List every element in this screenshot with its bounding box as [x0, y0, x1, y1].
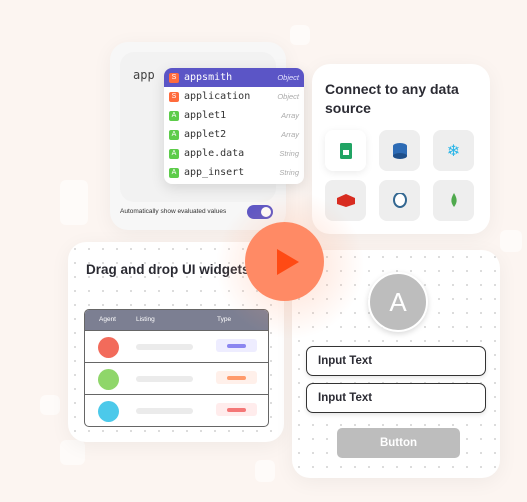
option-label: app_insert	[184, 167, 245, 178]
input-widget-2[interactable]: Input Text	[306, 383, 486, 413]
autocomplete-option[interactable]: Sappsmith Object	[164, 68, 304, 87]
type-pill	[216, 339, 257, 352]
column-listing: Listing	[136, 316, 155, 323]
column-type: Type	[217, 316, 232, 323]
typed-text: app	[133, 68, 155, 82]
autocomplete-option[interactable]: Aapp_insert String	[164, 163, 304, 182]
bg-square	[60, 180, 88, 225]
bg-square	[500, 230, 522, 252]
type-badge-icon: A	[169, 148, 179, 159]
autocomplete-option[interactable]: Aapplet1 Array	[164, 106, 304, 125]
agent-avatar	[98, 369, 119, 390]
input-widget-1[interactable]: Input Text	[306, 346, 486, 376]
type-badge-icon: A	[169, 129, 179, 140]
bg-square	[60, 440, 85, 465]
table-row[interactable]	[85, 394, 268, 426]
autocomplete-option[interactable]: Aapple.data String	[164, 144, 304, 163]
option-type: Array	[281, 130, 299, 139]
type-badge-icon: A	[169, 167, 179, 178]
play-icon	[276, 248, 299, 275]
auto-evaluate-label: Automatically show evaluated values	[120, 208, 227, 215]
autocomplete-dropdown: Sappsmith Object Sapplication Object Aapplet…	[164, 68, 304, 184]
listing-placeholder	[136, 408, 193, 414]
listing-placeholder	[136, 376, 193, 382]
google-sheets-icon[interactable]	[325, 130, 366, 171]
mongodb-icon[interactable]	[433, 180, 474, 221]
option-label: applet1	[184, 110, 227, 121]
bg-square	[255, 460, 275, 482]
column-agent: Agent	[99, 316, 116, 323]
option-label: appsmith	[184, 72, 233, 83]
table-row[interactable]	[85, 330, 268, 362]
type-pill	[216, 371, 257, 384]
option-type: Object	[277, 92, 299, 101]
option-type: String	[279, 168, 299, 177]
type-badge-icon: A	[169, 110, 179, 121]
database-icon[interactable]	[379, 130, 420, 171]
option-type: Array	[281, 111, 299, 120]
type-badge-icon: S	[169, 91, 179, 102]
option-label: apple.data	[184, 148, 245, 159]
option-label: application	[184, 91, 251, 102]
datasource-title: Connect to any data source	[325, 81, 459, 116]
autocomplete-option[interactable]: Sapplication Object	[164, 87, 304, 106]
table-widget[interactable]: Agent Listing Type	[84, 309, 269, 427]
bg-square	[290, 25, 310, 45]
avatar-widget[interactable]: A	[368, 272, 428, 332]
table-row[interactable]	[85, 362, 268, 394]
snowflake-icon[interactable]: ❄	[433, 130, 474, 171]
play-button[interactable]	[245, 222, 324, 301]
agent-avatar	[98, 401, 119, 422]
listing-placeholder	[136, 344, 193, 350]
agent-avatar	[98, 337, 119, 358]
autocomplete-option[interactable]: Aapplet2 Array	[164, 125, 304, 144]
type-pill	[216, 403, 257, 416]
option-label: applet2	[184, 129, 227, 140]
bg-square	[40, 395, 60, 415]
type-badge-icon: S	[169, 72, 179, 83]
option-type: String	[279, 149, 299, 158]
button-widget[interactable]: Button	[337, 428, 460, 458]
option-type: Object	[277, 73, 299, 82]
postgres-icon[interactable]	[379, 180, 420, 221]
